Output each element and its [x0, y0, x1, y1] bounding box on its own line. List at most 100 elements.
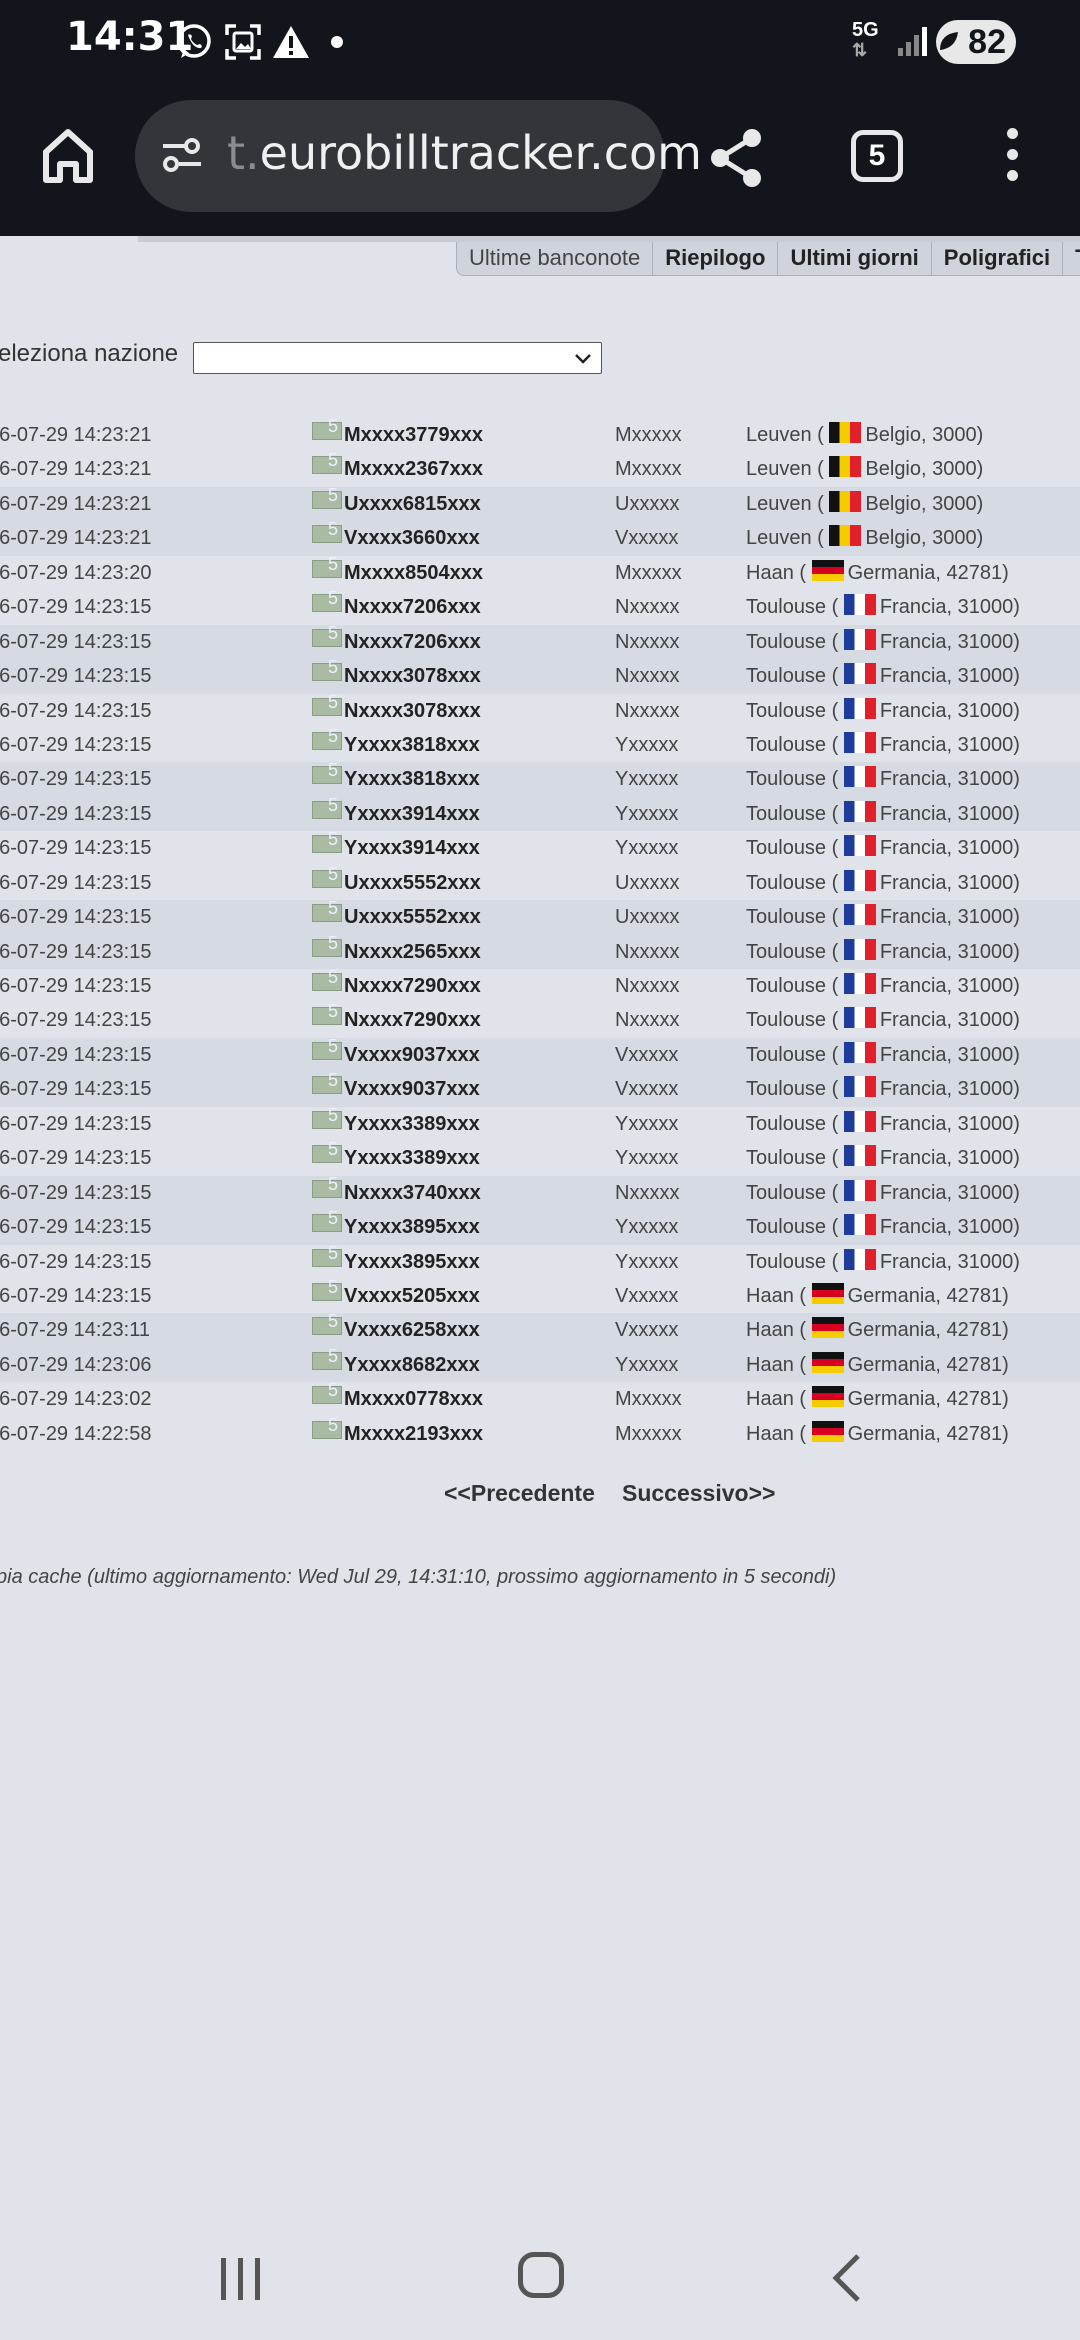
flag-fr-icon — [843, 766, 876, 788]
row-location: Haan ( Germania, 42781) — [746, 1313, 1009, 1347]
row-short-code: Vxxxxx — [615, 1284, 679, 1307]
row-serial-link[interactable]: Mxxxx2193xxx — [344, 1417, 483, 1451]
tab-ultime-banconote[interactable]: Ultime banconote — [457, 242, 652, 275]
row-city: Toulouse ( — [746, 699, 839, 722]
flag-de-icon — [811, 559, 844, 581]
nation-select[interactable] — [193, 342, 602, 374]
row-serial-link[interactable]: Yxxxx3895xxx — [344, 1245, 480, 1279]
row-serial-link[interactable]: Vxxxx9037xxx — [344, 1072, 480, 1106]
row-short-code: Vxxxxx — [615, 1043, 679, 1066]
warning-icon — [272, 20, 310, 64]
denomination-label: 5 — [327, 932, 338, 953]
row-serial-link[interactable]: Nxxxx7206xxx — [344, 625, 481, 659]
row-country: Francia, 31000) — [879, 1043, 1020, 1066]
row-serial-link[interactable]: Nxxxx7290xxx — [344, 969, 481, 1003]
row-serial-link[interactable]: Nxxxx7290xxx — [344, 1003, 481, 1037]
row-country: Francia, 31000) — [879, 906, 1020, 929]
banknote-icon: 5 — [312, 1001, 342, 1026]
row-serial-link[interactable]: Yxxxx3914xxx — [344, 797, 480, 831]
row-serial-link[interactable]: Mxxxx2367xxx — [344, 452, 483, 486]
row-date: 26-07-29 14:23:15 — [0, 1284, 152, 1307]
back-button[interactable] — [828, 2252, 864, 2309]
row-city: Toulouse ( — [746, 975, 839, 997]
row-serial-link[interactable]: Uxxxx5552xxx — [344, 900, 481, 934]
table-row: 26-07-29 14:23:15 5 Yxxxx3914xxx Yxxxxx Toul… — [0, 829, 1080, 865]
banknote-icon: 5 — [312, 416, 342, 440]
row-country: Francia, 31000) — [879, 733, 1020, 756]
row-city: Toulouse ( — [746, 1009, 839, 1032]
row-city: Toulouse ( — [746, 1112, 839, 1135]
row-date: 26-07-29 14:23:15 — [0, 596, 152, 619]
row-serial-link[interactable]: Yxxxx3818xxx — [344, 728, 480, 762]
recent-apps-button[interactable] — [218, 2254, 264, 2309]
address-bar[interactable]: t.eurobilltracker.com — [135, 100, 702, 212]
denomination-label: 5 — [327, 898, 338, 919]
row-serial-link[interactable]: Nxxxx7206xxx — [344, 590, 481, 624]
row-serial-link[interactable]: Vxxxx5205xxx — [344, 1279, 480, 1313]
next-page-link[interactable]: Successivo>> — [622, 1480, 775, 1507]
row-date: 26-07-29 14:23:15 — [0, 699, 152, 722]
row-short-code: Yxxxxx — [615, 1353, 679, 1376]
row-date: 26-07-29 14:23:15 — [0, 1147, 152, 1170]
row-date: 26-07-29 14:23:15 — [0, 802, 152, 825]
share-button[interactable] — [708, 126, 766, 195]
site-settings-icon[interactable] — [159, 132, 205, 183]
denomination-label: 5 — [327, 622, 338, 643]
row-serial-link[interactable]: Yxxxx3895xxx — [344, 1210, 480, 1244]
previous-page-link[interactable]: <<Precedente — [444, 1480, 595, 1507]
tab-riepilogo[interactable]: Riepilogo — [652, 242, 777, 275]
row-country: Belgio, 3000) — [865, 492, 984, 515]
network-type: 5G ⇅ — [852, 19, 879, 60]
denomination-label: 5 — [327, 1035, 338, 1056]
denomination-label: 5 — [327, 1242, 338, 1263]
row-city: Toulouse ( — [746, 1043, 839, 1066]
row-country: Francia, 31000) — [879, 1147, 1020, 1170]
row-location: Toulouse ( Francia, 31000) — [746, 590, 1020, 624]
row-country: Francia, 31000) — [879, 837, 1020, 860]
row-serial-link[interactable]: Nxxxx3078xxx — [344, 659, 481, 693]
row-serial-link[interactable]: Mxxxx0778xxx — [344, 1382, 483, 1416]
row-serial-link[interactable]: Vxxxx6258xxx — [344, 1313, 480, 1347]
row-serial-link[interactable]: Yxxxx3389xxx — [344, 1141, 480, 1175]
row-short-code: Yxxxxx — [615, 802, 679, 825]
home-button[interactable] — [36, 124, 100, 188]
tab-ultimi-giorni[interactable]: Ultimi giorni — [777, 242, 930, 275]
row-location: Toulouse ( Francia, 31000) — [746, 1245, 1020, 1279]
table-row: 26-07-29 14:23:21 5 Mxxxx3779xxx Mxxxxx Leuv… — [0, 416, 1080, 452]
row-serial-link[interactable]: Vxxxx3660xxx — [344, 521, 480, 555]
row-serial-link[interactable]: Yxxxx8682xxx — [344, 1348, 480, 1382]
row-serial-link[interactable]: Yxxxx3389xxx — [344, 1107, 480, 1141]
row-serial-link[interactable]: Nxxxx3740xxx — [344, 1176, 481, 1210]
row-serial-link[interactable]: Nxxxx3078xxx — [344, 694, 481, 728]
row-country: Francia, 31000) — [879, 1078, 1020, 1101]
banknote-icon: 5 — [312, 657, 342, 682]
row-city: Leuven ( — [746, 424, 824, 446]
row-date: 26-07-29 14:23:02 — [0, 1388, 152, 1411]
row-short-code: Vxxxxx — [615, 1078, 679, 1101]
row-short-code: Nxxxxx — [615, 1181, 680, 1204]
row-serial-link[interactable]: Uxxxx6815xxx — [344, 487, 481, 521]
row-serial-link[interactable]: Mxxxx3779xxx — [344, 418, 483, 452]
row-short-code: Mxxxxx — [615, 458, 682, 481]
tab-truncated[interactable]: T — [1062, 242, 1080, 275]
row-date: 26-07-29 14:23:15 — [0, 630, 152, 653]
flag-fr-icon — [843, 1214, 876, 1236]
row-location: Toulouse ( Francia, 31000) — [746, 659, 1020, 693]
row-serial-link[interactable]: Nxxxx2565xxx — [344, 935, 481, 969]
home-nav-button[interactable] — [518, 2252, 564, 2298]
tab-poligrafici[interactable]: Poligrafici — [930, 242, 1062, 275]
row-serial-link[interactable]: Vxxxx9037xxx — [344, 1038, 480, 1072]
banknote-icon: 5 — [312, 1380, 342, 1405]
row-city: Toulouse ( — [746, 940, 839, 963]
flag-de-icon — [811, 1317, 844, 1339]
row-serial-link[interactable]: Yxxxx3818xxx — [344, 762, 480, 796]
more-menu-button[interactable] — [1000, 128, 1024, 188]
flag-de-icon — [811, 1282, 844, 1304]
row-serial-link[interactable]: Uxxxx5552xxx — [344, 866, 481, 900]
row-short-code: Nxxxxx — [615, 665, 680, 688]
row-serial-link[interactable]: Yxxxx3914xxx — [344, 831, 480, 865]
tab-switcher-button[interactable]: 5 — [851, 130, 903, 182]
row-date: 26-07-29 14:23:15 — [0, 871, 152, 894]
row-serial-link[interactable]: Mxxxx8504xxx — [344, 556, 483, 590]
row-short-code: Mxxxxx — [615, 424, 682, 446]
